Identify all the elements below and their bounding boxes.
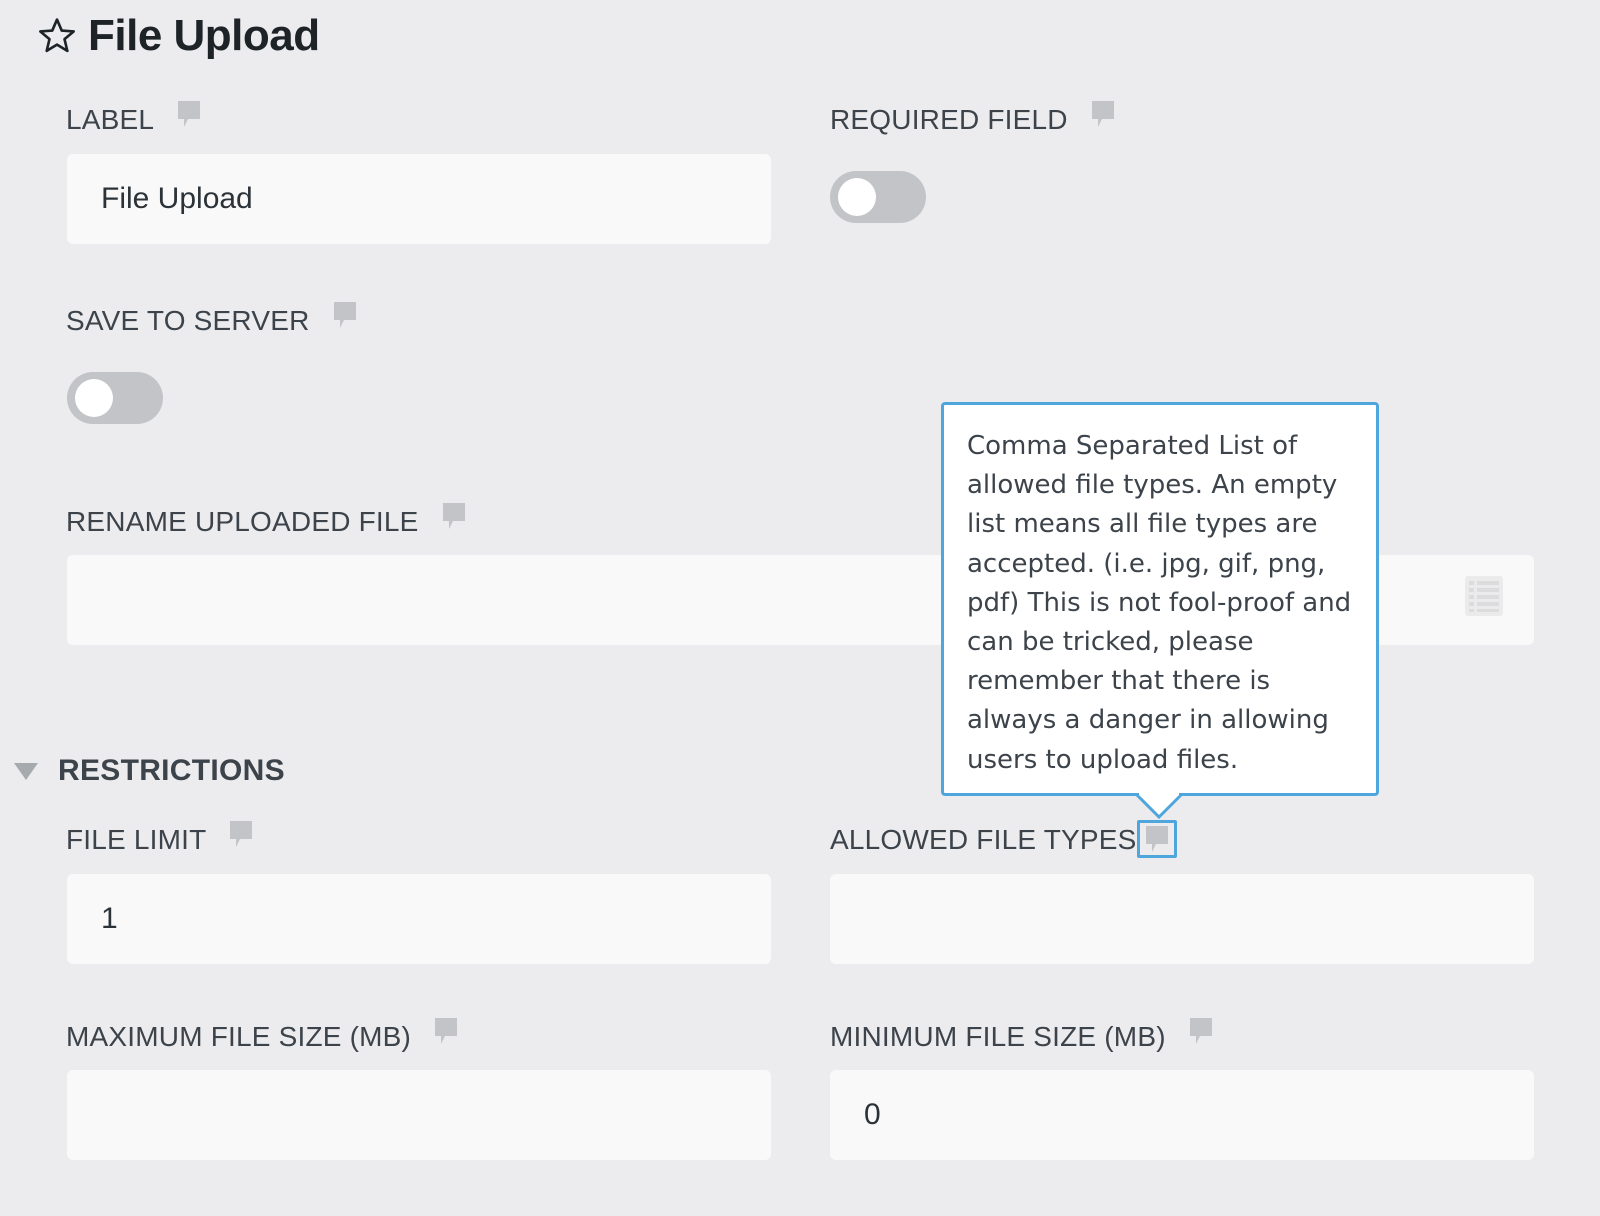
label-field-label: LABEL <box>66 100 202 140</box>
comment-help-icon[interactable] <box>441 501 467 531</box>
required-field-label: REQUIRED FIELD <box>830 100 1116 140</box>
max-file-size-label: MAXIMUM FILE SIZE (MB) <box>66 1017 459 1057</box>
save-to-server-label: SAVE TO SERVER <box>66 301 358 341</box>
rename-uploaded-file-label-text: RENAME UPLOADED FILE <box>66 506 419 537</box>
comment-help-icon[interactable] <box>228 819 254 849</box>
allowed-file-types-label-text: ALLOWED FILE TYPES <box>830 824 1137 855</box>
label-field-label-text: LABEL <box>66 104 155 135</box>
help-tooltip: Comma Separated List of allowed file typ… <box>941 402 1379 796</box>
toggle-knob <box>838 178 876 216</box>
page-title: File Upload <box>88 11 320 60</box>
save-to-server-label-text: SAVE TO SERVER <box>66 305 310 336</box>
field-settings-panel: File Upload LABEL File Upload REQUIRED F… <box>0 0 1600 1216</box>
min-file-size-label: MINIMUM FILE SIZE (MB) <box>830 1017 1214 1057</box>
field-header: File Upload <box>36 6 320 66</box>
rename-uploaded-file-label: RENAME UPLOADED FILE <box>66 502 467 542</box>
min-file-size-label-text: MINIMUM FILE SIZE (MB) <box>830 1021 1166 1052</box>
comment-help-icon[interactable] <box>332 300 358 330</box>
comment-help-icon <box>1146 826 1168 852</box>
min-file-size-value: 0 <box>864 1098 881 1131</box>
file-limit-label-text: FILE LIMIT <box>66 824 207 855</box>
max-file-size-label-text: MAXIMUM FILE SIZE (MB) <box>66 1021 412 1052</box>
star-outline-icon[interactable] <box>36 15 78 57</box>
file-limit-label: FILE LIMIT <box>66 820 254 860</box>
required-field-label-text: REQUIRED FIELD <box>830 104 1068 135</box>
save-to-server-toggle[interactable] <box>67 372 163 424</box>
comment-help-icon[interactable] <box>176 99 202 129</box>
file-limit-input[interactable]: 1 <box>67 874 771 964</box>
comment-help-icon[interactable] <box>1090 99 1116 129</box>
comment-help-icon[interactable] <box>433 1016 459 1046</box>
help-tooltip-text: Comma Separated List of allowed file typ… <box>967 431 1352 775</box>
merge-tags-list-icon[interactable] <box>1464 575 1504 617</box>
required-field-toggle[interactable] <box>830 171 926 223</box>
caret-down-icon <box>14 763 38 780</box>
toggle-knob <box>75 379 113 417</box>
max-file-size-input[interactable] <box>67 1070 771 1160</box>
allowed-file-types-input[interactable] <box>830 874 1534 964</box>
min-file-size-input[interactable]: 0 <box>830 1070 1534 1160</box>
file-limit-value: 1 <box>101 902 118 935</box>
allowed-file-types-help-button[interactable] <box>1137 820 1177 858</box>
comment-help-icon[interactable] <box>1188 1016 1214 1046</box>
restrictions-title: RESTRICTIONS <box>58 754 285 787</box>
tooltip-arrow <box>1135 793 1183 819</box>
allowed-file-types-label: ALLOWED FILE TYPES <box>830 820 1137 860</box>
label-input-value: File Upload <box>101 182 253 215</box>
restrictions-section-toggle[interactable]: RESTRICTIONS <box>12 748 285 794</box>
label-input[interactable]: File Upload <box>67 154 771 244</box>
